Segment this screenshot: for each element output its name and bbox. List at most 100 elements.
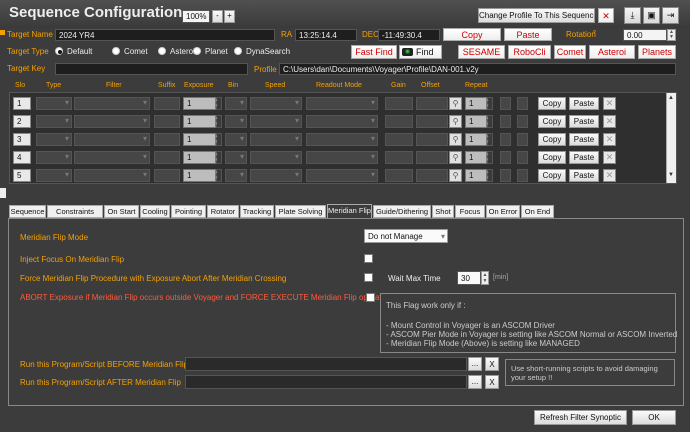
exposure-input[interactable]: 1 xyxy=(183,169,216,182)
search-icon[interactable]: ⚲ xyxy=(449,151,462,164)
tab-on-error[interactable]: On Error xyxy=(486,205,520,218)
target-type-radio-default[interactable] xyxy=(55,47,63,55)
exposure-input[interactable]: 1 xyxy=(183,133,216,146)
dec-input[interactable]: -11:49:30.4 xyxy=(378,29,440,41)
bin-select[interactable] xyxy=(225,169,247,182)
offset-input[interactable] xyxy=(416,169,448,182)
target-type-radio-dynasearch[interactable] xyxy=(234,47,242,55)
suffix-input[interactable] xyxy=(154,169,180,182)
gain-input[interactable] xyxy=(385,133,413,146)
tab-pointing[interactable]: Pointing xyxy=(171,205,206,218)
force-flip-checkbox[interactable] xyxy=(364,273,373,282)
bin-select[interactable] xyxy=(225,97,247,110)
filter-select[interactable] xyxy=(74,133,150,146)
readout-select[interactable] xyxy=(306,151,378,164)
search-icon[interactable]: ⚲ xyxy=(449,97,462,110)
offset-input[interactable] xyxy=(416,151,448,164)
move-handle[interactable] xyxy=(517,133,528,146)
service-button-asteroi[interactable]: Asteroi xyxy=(589,45,635,59)
tab-cooling[interactable]: Cooling xyxy=(140,205,170,218)
repeat-spinner[interactable] xyxy=(486,133,493,146)
repeat-input[interactable]: 1 xyxy=(465,133,487,146)
fast-find-button[interactable]: Fast Find xyxy=(351,45,397,59)
service-button-planets[interactable]: Planets xyxy=(638,45,676,59)
exposure-input[interactable]: 1 xyxy=(183,97,216,110)
download-icon[interactable]: ⤓ xyxy=(624,7,641,24)
row-copy-button[interactable]: Copy xyxy=(538,133,566,146)
zoom-out-button[interactable]: - xyxy=(212,10,223,23)
service-button-sesame[interactable]: SESAME xyxy=(458,45,505,59)
repeat-spinner[interactable] xyxy=(486,169,493,182)
move-handle[interactable] xyxy=(517,151,528,164)
delete-row-icon[interactable]: ✕ xyxy=(603,151,616,164)
filter-select[interactable] xyxy=(74,115,150,128)
zoom-in-button[interactable]: + xyxy=(224,10,235,23)
after-browse-button[interactable]: ... xyxy=(468,375,482,389)
ok-button[interactable]: OK xyxy=(632,410,676,425)
delete-row-icon[interactable]: ✕ xyxy=(603,169,616,182)
speed-select[interactable] xyxy=(250,133,302,146)
target-type-radio-asteroid[interactable] xyxy=(158,47,166,55)
tab-on-start[interactable]: On Start xyxy=(104,205,139,218)
wait-max-spinner[interactable]: ▲ ▼ xyxy=(481,271,489,285)
edit-handle[interactable] xyxy=(500,133,511,146)
ra-input[interactable]: 13:25:14.4 xyxy=(295,29,357,41)
edit-handle[interactable] xyxy=(500,115,511,128)
row-paste-button[interactable]: Paste xyxy=(569,115,599,128)
gain-input[interactable] xyxy=(385,115,413,128)
exposure-input[interactable]: 1 xyxy=(183,151,216,164)
row-paste-button[interactable]: Paste xyxy=(569,151,599,164)
grid-scrollbar[interactable]: ▲ ▼ xyxy=(666,93,676,183)
search-icon[interactable]: ⚲ xyxy=(449,169,462,182)
search-icon[interactable]: ⚲ xyxy=(449,115,462,128)
bin-select[interactable] xyxy=(225,115,247,128)
before-clear-button[interactable]: X xyxy=(485,357,499,371)
edit-handle[interactable] xyxy=(500,97,511,110)
readout-select[interactable] xyxy=(306,97,378,110)
filter-select[interactable] xyxy=(74,151,150,164)
tab-guide-dithering[interactable]: Guide/Dithering xyxy=(373,205,431,218)
rotation-spinner[interactable]: ▲ ▼ xyxy=(667,29,676,41)
repeat-spinner[interactable] xyxy=(486,151,493,164)
meridian-mode-select[interactable]: Do not Manage xyxy=(364,229,448,243)
gain-input[interactable] xyxy=(385,97,413,110)
delete-row-icon[interactable]: ✕ xyxy=(603,115,616,128)
target-key-input[interactable] xyxy=(55,63,248,75)
edit-handle[interactable] xyxy=(500,151,511,164)
copy-coordinates-button[interactable]: Copy xyxy=(443,28,501,41)
paste-coordinates-button[interactable]: Paste xyxy=(504,28,552,41)
type-select[interactable] xyxy=(36,151,72,164)
zoom-level[interactable]: 100% xyxy=(182,10,210,23)
row-paste-button[interactable]: Paste xyxy=(569,169,599,182)
bin-select[interactable] xyxy=(225,151,247,164)
repeat-spinner[interactable] xyxy=(486,97,493,110)
row-paste-button[interactable]: Paste xyxy=(569,97,599,110)
filter-select[interactable] xyxy=(74,169,150,182)
row-copy-button[interactable]: Copy xyxy=(538,115,566,128)
inject-focus-checkbox[interactable] xyxy=(364,254,373,263)
gain-input[interactable] xyxy=(385,151,413,164)
type-select[interactable] xyxy=(36,133,72,146)
find-button[interactable]: ◉ Find xyxy=(399,45,442,59)
exposure-input[interactable]: 1 xyxy=(183,115,216,128)
row-copy-button[interactable]: Copy xyxy=(538,169,566,182)
service-button-robocli[interactable]: RoboCli xyxy=(508,45,551,59)
after-clear-button[interactable]: X xyxy=(485,375,499,389)
exposure-spinner[interactable] xyxy=(215,133,222,146)
suffix-input[interactable] xyxy=(154,151,180,164)
before-browse-button[interactable]: ... xyxy=(468,357,482,371)
tab-on-end[interactable]: On End xyxy=(521,205,554,218)
repeat-input[interactable]: 1 xyxy=(465,115,487,128)
service-button-comet[interactable]: Comet xyxy=(554,45,586,59)
offset-input[interactable] xyxy=(416,133,448,146)
tab-rotator[interactable]: Rotator xyxy=(207,205,239,218)
readout-select[interactable] xyxy=(306,133,378,146)
type-select[interactable] xyxy=(36,97,72,110)
filter-select[interactable] xyxy=(74,97,150,110)
repeat-input[interactable]: 1 xyxy=(465,97,487,110)
move-handle[interactable] xyxy=(517,169,528,182)
scroll-down-icon[interactable]: ▼ xyxy=(668,172,674,178)
before-script-input[interactable] xyxy=(185,357,467,371)
exposure-spinner[interactable] xyxy=(215,97,222,110)
speed-select[interactable] xyxy=(250,169,302,182)
